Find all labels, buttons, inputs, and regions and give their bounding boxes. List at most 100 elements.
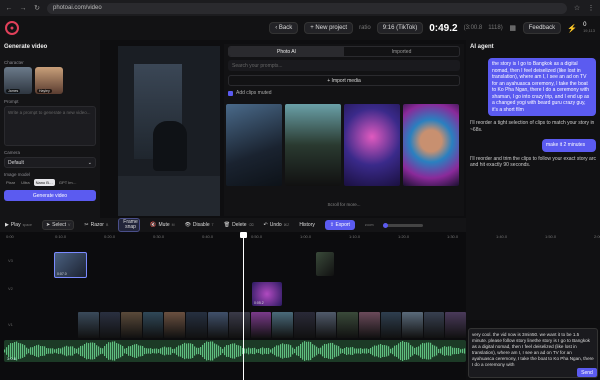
video-track-v1[interactable]	[78, 312, 466, 338]
character-card-james[interactable]: James	[4, 67, 32, 94]
mute-button[interactable]: 🔇 Mute M	[150, 222, 174, 228]
razor-tool[interactable]: ✂ Razor B	[84, 222, 108, 228]
timeline[interactable]: 0:00 0:10.0 0:20.0 0:30.0 0:40.0 0:50.0 1:00.0…	[0, 232, 600, 380]
media-thumb[interactable]	[285, 104, 341, 186]
waveform-bar	[288, 344, 290, 358]
waveform-bar	[314, 345, 316, 357]
grid-icon[interactable]: ▦	[509, 24, 517, 32]
waveform-bar	[112, 341, 114, 361]
undo-button[interactable]: ↶ Undo ⌘Z	[264, 222, 290, 228]
video-preview[interactable]	[118, 46, 220, 216]
waveform-bar	[50, 348, 52, 354]
star-icon[interactable]: ☆	[573, 4, 581, 12]
time-ruler[interactable]: 0:00 0:10.0 0:20.0 0:30.0 0:40.0 0:50.0 1:00.0…	[0, 232, 600, 242]
user-message: make it 2 minutes	[542, 139, 596, 152]
clip-v3[interactable]: 0:07.0	[54, 252, 87, 278]
playhead[interactable]	[240, 232, 247, 380]
export-button[interactable]: ⇪ Export	[324, 220, 355, 230]
waveform-bar	[64, 346, 66, 356]
history-button[interactable]: History	[299, 222, 315, 228]
video-segment[interactable]	[229, 312, 250, 338]
frame-snap-toggle[interactable]: Frame snap	[118, 218, 141, 232]
video-segment[interactable]	[358, 312, 380, 338]
waveform-bar	[46, 348, 48, 354]
camera-select[interactable]: Default ⌄	[4, 157, 96, 168]
waveform-bar	[258, 348, 260, 354]
video-segment[interactable]	[272, 312, 294, 338]
video-segment[interactable]	[250, 312, 272, 338]
feedback-button[interactable]: Feedback	[522, 22, 562, 34]
waveform-bar	[58, 347, 60, 355]
video-segment[interactable]	[78, 312, 99, 338]
clip-v3b[interactable]	[316, 252, 334, 276]
waveform-bar	[456, 347, 458, 355]
tab-imported[interactable]: Imported	[344, 47, 459, 56]
video-segment[interactable]	[380, 312, 402, 338]
waveform-bar	[424, 343, 426, 359]
reload-icon[interactable]: ↻	[33, 4, 41, 12]
video-segment[interactable]	[121, 312, 142, 338]
forward-arrow-icon[interactable]: →	[19, 5, 27, 12]
disable-button[interactable]: 👁 Disable T	[185, 222, 214, 228]
video-segment[interactable]	[337, 312, 358, 338]
back-label: Back	[278, 25, 293, 31]
add-clips-muted-checkbox[interactable]: Add clips muted	[228, 90, 460, 96]
waveform-bar	[332, 342, 334, 360]
import-media-button[interactable]: + Import media	[228, 75, 460, 86]
tab-photo-ai[interactable]: Photo AI	[229, 47, 344, 56]
character-card-hayley[interactable]: Hayley	[35, 67, 63, 94]
prompt-input[interactable]: Write a prompt to generate a new video..…	[4, 106, 96, 146]
video-segment[interactable]	[186, 312, 207, 338]
zoom-slider[interactable]	[383, 222, 424, 228]
model-option[interactable]: Ultra	[19, 179, 31, 186]
video-segment[interactable]	[207, 312, 229, 338]
send-button[interactable]: Send	[577, 368, 597, 377]
zoom-knob[interactable]	[383, 222, 389, 228]
ratio-select[interactable]: 9:16 (TikTok)	[376, 22, 424, 34]
prompt-search-input[interactable]: Search your prompts...	[228, 60, 460, 71]
time-extra: 1118)	[488, 25, 503, 31]
waveform-bar	[304, 341, 306, 361]
waveform-bar	[62, 347, 64, 355]
model-option[interactable]: Pixar	[4, 179, 17, 186]
menu-icon[interactable]: ⋮	[587, 4, 595, 12]
generate-video-button[interactable]: Generate video	[4, 190, 96, 201]
model-option-selected[interactable]: Nano B…	[33, 179, 55, 186]
waveform-bar	[262, 347, 264, 355]
model-option[interactable]: GPT Im…	[57, 179, 79, 186]
audio-track[interactable]: 3:0.8	[4, 340, 466, 362]
back-arrow-icon[interactable]: ←	[5, 5, 13, 12]
waveform-bar	[426, 342, 428, 360]
video-segment[interactable]	[142, 312, 164, 338]
clip-v2[interactable]: 0:05.2	[252, 282, 282, 306]
video-segment[interactable]	[315, 312, 337, 338]
media-thumb[interactable]	[403, 104, 459, 186]
waveform-bar	[68, 346, 70, 356]
play-label: Play	[10, 222, 21, 228]
select-tool[interactable]: ➤ Select V	[41, 220, 75, 230]
waveform-bar	[406, 342, 408, 360]
video-segment[interactable]	[445, 312, 466, 338]
url-bar[interactable]: photoai.com/video	[47, 2, 567, 14]
video-segment[interactable]	[402, 312, 423, 338]
waveform-bar	[320, 347, 322, 355]
back-button[interactable]: ‹ Back	[269, 22, 299, 34]
video-segment[interactable]	[294, 312, 315, 338]
waveform-bar	[322, 345, 324, 357]
media-thumb[interactable]	[344, 104, 400, 186]
waveform-bar	[114, 341, 116, 361]
video-segment[interactable]	[423, 312, 445, 338]
waveform-bar	[218, 345, 220, 357]
new-project-button[interactable]: + New project	[304, 22, 354, 34]
waveform-bar	[86, 342, 88, 360]
waveform-bar	[354, 348, 356, 354]
logo-icon[interactable]: ●	[5, 21, 19, 35]
delete-button[interactable]: 🗑 Delete ⌫	[224, 222, 254, 228]
waveform-bar	[452, 347, 454, 355]
waveform-bar	[402, 341, 404, 361]
video-segment[interactable]	[99, 312, 121, 338]
video-segment[interactable]	[164, 312, 186, 338]
play-button[interactable]: ▶ Play space	[5, 222, 32, 228]
media-thumb[interactable]	[226, 104, 282, 186]
waveform-bar	[408, 342, 410, 360]
